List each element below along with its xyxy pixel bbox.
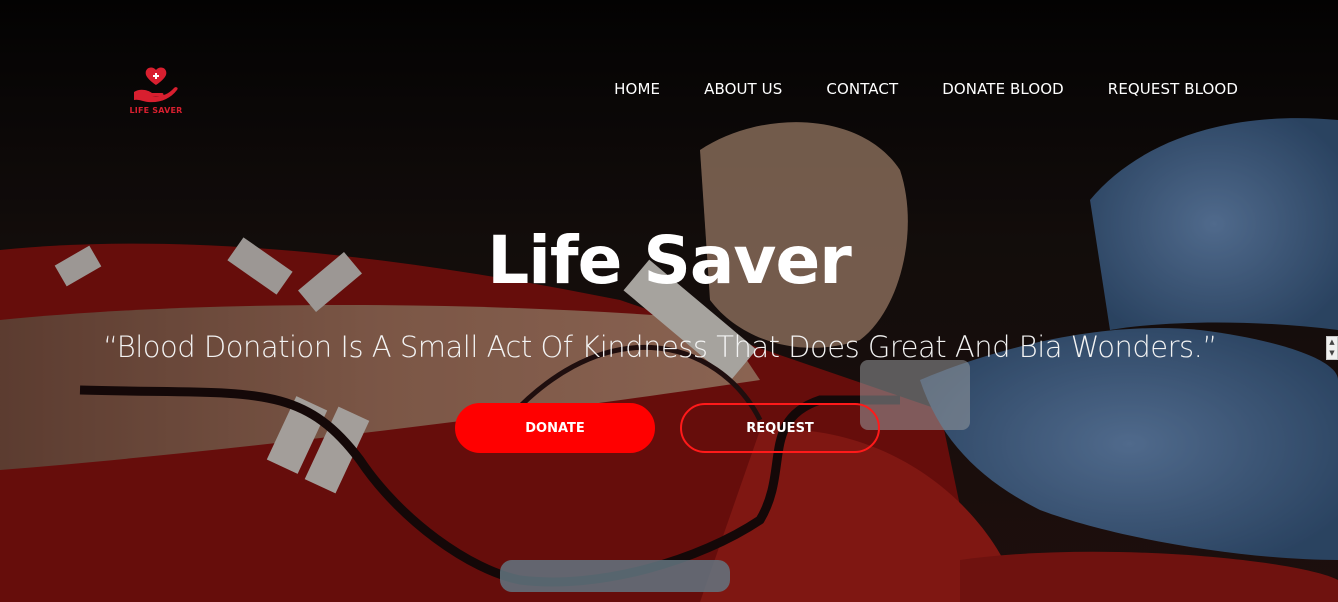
nav-item-home[interactable]: HOME [614, 80, 660, 98]
nav-item-request-blood[interactable]: REQUEST BLOOD [1108, 80, 1238, 98]
hand-heart-icon [134, 67, 178, 103]
nav-item-about-us[interactable]: ABOUT US [704, 80, 782, 98]
nav-item-contact[interactable]: CONTACT [826, 80, 898, 98]
hero-title: Life Saver [487, 222, 852, 299]
hero-quote: “Blood Donation Is A Small Act Of Kindne… [103, 330, 1217, 364]
mini-scrollbar[interactable]: ▲ ▼ [1326, 336, 1338, 360]
main-navigation: HOME ABOUT US CONTACT DONATE BLOOD REQUE… [614, 80, 1238, 98]
request-button[interactable]: REQUEST [680, 403, 880, 453]
hero-section: LIFE SAVER HOME ABOUT US CONTACT DONATE … [0, 0, 1338, 602]
nav-item-donate-blood[interactable]: DONATE BLOOD [942, 80, 1064, 98]
brand-logo[interactable]: LIFE SAVER [124, 66, 188, 122]
chevron-up-icon[interactable]: ▲ [1327, 337, 1337, 348]
brand-logo-text: LIFE SAVER [129, 106, 183, 115]
hero-content: LIFE SAVER HOME ABOUT US CONTACT DONATE … [0, 0, 1338, 602]
chevron-down-icon[interactable]: ▼ [1327, 348, 1337, 359]
donate-button[interactable]: DONATE [455, 403, 655, 453]
